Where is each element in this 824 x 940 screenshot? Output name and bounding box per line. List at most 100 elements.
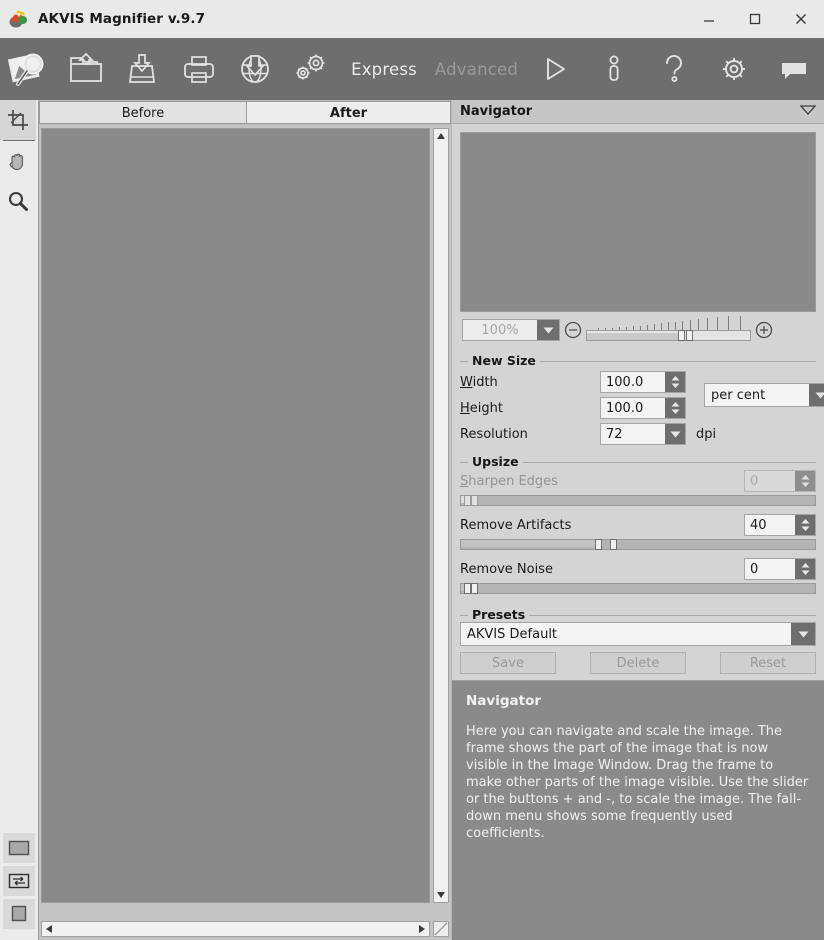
hints-text: Here you can navigate and scale the imag… xyxy=(466,724,809,841)
maximize-button[interactable] xyxy=(732,0,778,38)
zoom-level-value: 100% xyxy=(481,322,519,338)
width-stepper[interactable] xyxy=(665,372,685,392)
image-canvas[interactable] xyxy=(41,128,430,903)
zoom-slider[interactable] xyxy=(586,316,751,343)
zoom-tool[interactable] xyxy=(0,181,36,221)
slider-handle-secondary xyxy=(471,495,478,506)
view-buttons xyxy=(0,830,38,932)
settings-gear-icon[interactable] xyxy=(704,38,764,100)
sharpen-edges-stepper xyxy=(795,471,815,491)
zoom-slider-handle[interactable] xyxy=(678,330,685,341)
compare-split-button[interactable] xyxy=(3,866,35,896)
remove-noise-stepper[interactable] xyxy=(795,559,815,579)
publish-image-icon[interactable] xyxy=(227,38,283,100)
open-image-icon[interactable] xyxy=(58,38,114,100)
navigator-preview[interactable] xyxy=(460,132,816,312)
resize-grip[interactable] xyxy=(433,921,449,937)
slider-handle[interactable] xyxy=(595,539,602,550)
navigator-title: Navigator xyxy=(460,104,533,119)
reset-preset-button[interactable]: Reset xyxy=(720,652,816,674)
preset-value: AKVIS Default xyxy=(467,626,558,642)
hand-tool[interactable] xyxy=(0,141,36,181)
scroll-right-arrow[interactable] xyxy=(415,922,429,936)
scroll-up-arrow[interactable] xyxy=(434,129,448,143)
tool-palette xyxy=(0,100,39,940)
save-preset-button[interactable]: Save xyxy=(460,652,556,674)
vertical-scrollbar[interactable] xyxy=(433,128,449,903)
help-question-icon[interactable] xyxy=(644,38,704,100)
resolution-input[interactable]: 72 xyxy=(600,423,686,445)
resolution-value: 72 xyxy=(606,426,623,442)
zoom-slider-fill xyxy=(587,333,684,340)
preset-select[interactable]: AKVIS Default xyxy=(460,622,816,646)
remove-artifacts-value: 40 xyxy=(750,517,767,533)
chevron-down-icon[interactable] xyxy=(791,623,815,645)
save-image-icon[interactable] xyxy=(114,38,170,100)
horizontal-scrollbar[interactable] xyxy=(41,921,430,937)
scroll-left-arrow[interactable] xyxy=(42,922,56,936)
hints-panel: Navigator Here you can navigate and scal… xyxy=(452,680,824,940)
actual-size-button[interactable] xyxy=(3,899,35,929)
remove-artifacts-input[interactable]: 40 xyxy=(744,514,816,536)
zoom-in-circle-icon[interactable] xyxy=(751,321,777,339)
close-button[interactable] xyxy=(778,0,824,38)
height-input[interactable]: 100.0 xyxy=(600,397,686,419)
resolution-row: Resolution 72 dpi xyxy=(460,421,816,447)
slider-track[interactable] xyxy=(460,583,816,594)
navigator-header[interactable]: Navigator xyxy=(452,100,824,124)
tab-advanced[interactable]: Advanced xyxy=(429,60,524,79)
remove-artifacts-row: Remove Artifacts 40 xyxy=(460,512,816,538)
main-toolbar: Express Advanced xyxy=(0,38,824,100)
comments-bubble-icon[interactable] xyxy=(764,38,824,100)
delete-preset-button[interactable]: Delete xyxy=(590,652,686,674)
unit-value: per cent xyxy=(711,387,766,403)
crop-tool[interactable] xyxy=(0,100,36,140)
slider-fill xyxy=(461,540,601,547)
zoom-level-combo[interactable]: 100% xyxy=(462,319,560,341)
slider-handle-secondary[interactable] xyxy=(471,583,478,594)
tab-before[interactable]: Before xyxy=(39,101,247,124)
about-info-icon[interactable] xyxy=(584,38,644,100)
akvis-magnifier-window: AKVIS Magnifier v.9.7 Express Advanced B… xyxy=(0,0,824,940)
width-input[interactable]: 100.0 xyxy=(600,371,686,393)
unit-select[interactable]: per cent xyxy=(704,383,824,407)
zoom-controls: 100% xyxy=(452,312,824,348)
sharpen-edges-label: Sharpen Edges xyxy=(460,473,558,489)
new-size-group: New Size Width 100.0 Height 100.0 per ce… xyxy=(460,352,824,449)
remove-noise-row: Remove Noise 0 xyxy=(460,556,816,582)
akvis-magnifier-logo-icon[interactable] xyxy=(0,38,58,100)
chevron-down-icon[interactable] xyxy=(799,104,817,119)
dpi-label: dpi xyxy=(696,426,717,442)
remove-noise-value: 0 xyxy=(750,561,759,577)
print-image-icon[interactable] xyxy=(170,38,226,100)
remove-artifacts-stepper[interactable] xyxy=(795,515,815,535)
minimize-button[interactable] xyxy=(686,0,732,38)
remove-noise-slider[interactable] xyxy=(460,583,816,594)
image-window xyxy=(39,125,451,940)
chevron-down-icon[interactable] xyxy=(665,424,685,444)
slider-handle xyxy=(464,495,471,506)
slider-handle-secondary[interactable] xyxy=(610,539,617,550)
scroll-down-arrow[interactable] xyxy=(434,888,448,902)
presets-legend: Presets xyxy=(468,607,530,622)
sharpen-edges-input: 0 xyxy=(744,470,816,492)
remove-artifacts-slider[interactable] xyxy=(460,539,816,550)
height-label: Height xyxy=(460,400,503,416)
preset-buttons: Save Delete Reset xyxy=(460,652,816,674)
sharpen-edges-accel: S xyxy=(460,473,469,489)
slider-handle[interactable] xyxy=(464,583,471,594)
remove-noise-input[interactable]: 0 xyxy=(744,558,816,580)
fit-to-window-button[interactable] xyxy=(3,833,35,863)
presets-group: Presets AKVIS Default Save Delete Reset xyxy=(460,606,816,676)
before-after-tabs: Before After xyxy=(39,101,451,125)
tab-after[interactable]: After xyxy=(247,101,451,124)
window-controls xyxy=(686,0,824,38)
zoom-out-circle-icon[interactable] xyxy=(560,321,586,339)
run-play-icon[interactable] xyxy=(524,38,584,100)
chevron-down-icon[interactable] xyxy=(537,320,559,340)
height-stepper[interactable] xyxy=(665,398,685,418)
zoom-slider-handle-secondary[interactable] xyxy=(686,330,693,341)
chevron-down-icon[interactable] xyxy=(809,384,824,406)
preferences-gears-icon[interactable] xyxy=(283,38,339,100)
tab-express[interactable]: Express xyxy=(345,60,423,79)
